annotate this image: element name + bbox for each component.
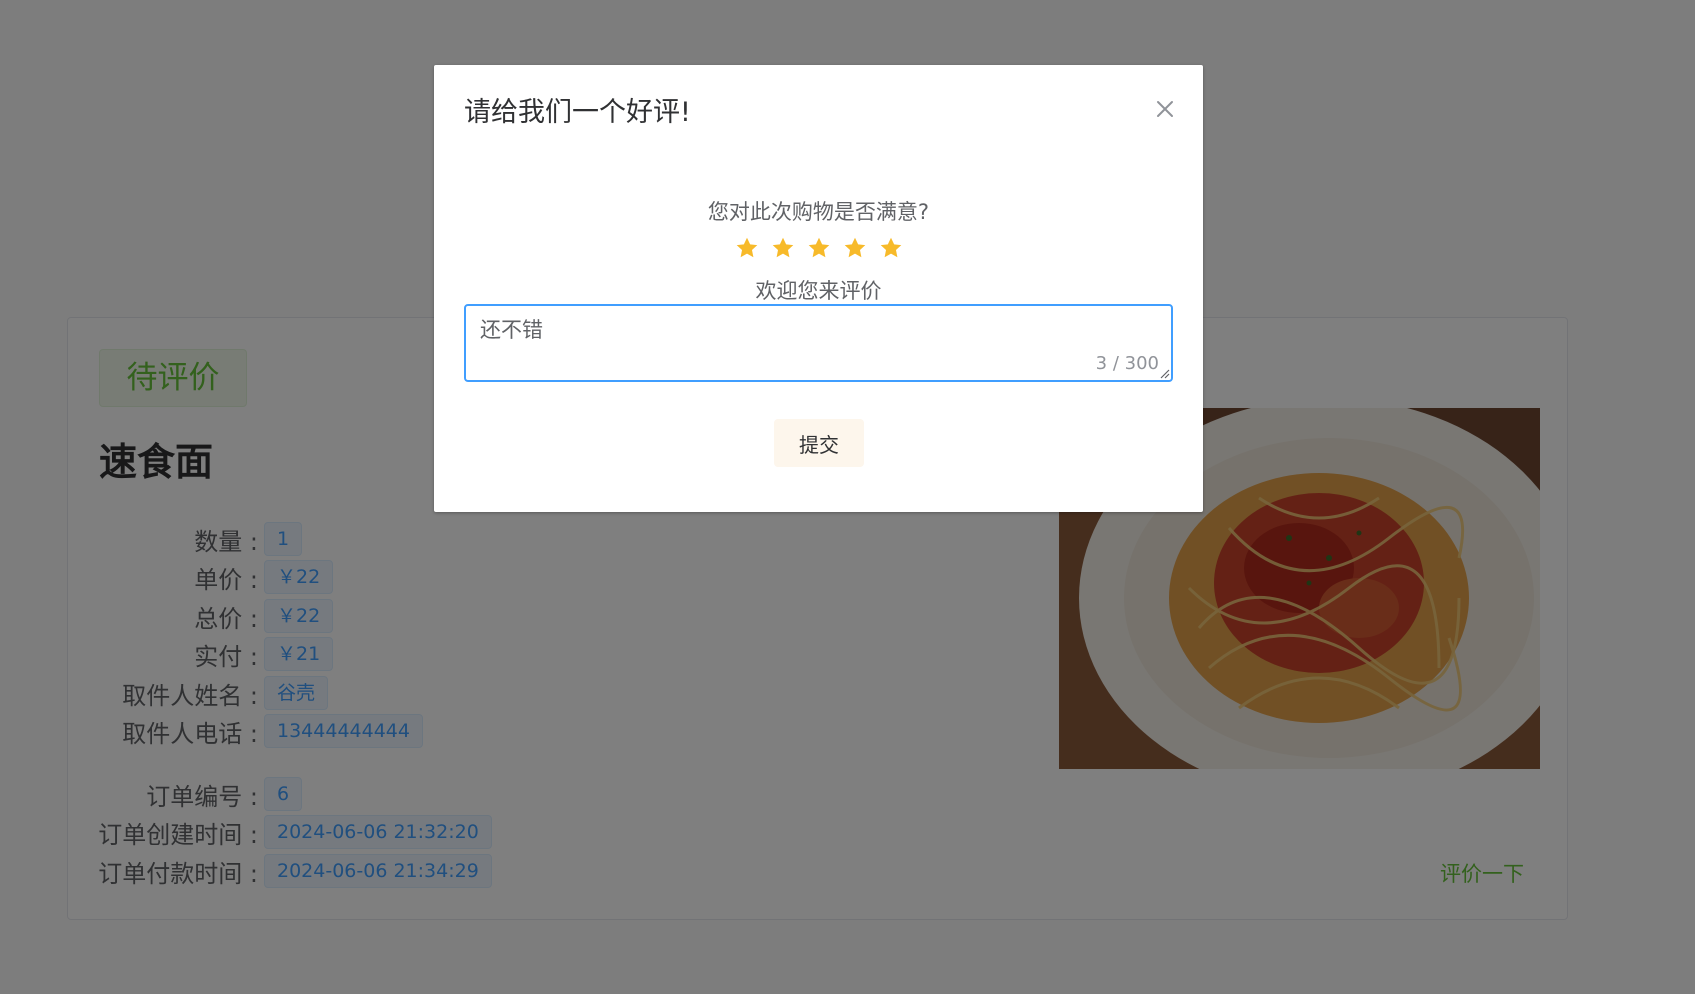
close-icon[interactable] bbox=[1153, 97, 1177, 121]
comment-box: 还不错 3 / 300 bbox=[464, 304, 1173, 382]
submit-button[interactable]: 提交 bbox=[774, 419, 864, 467]
star-rating[interactable] bbox=[434, 235, 1203, 261]
star-icon[interactable] bbox=[806, 235, 832, 261]
resize-handle-icon[interactable] bbox=[1158, 367, 1170, 379]
star-icon[interactable] bbox=[878, 235, 904, 261]
satisfaction-question: 您对此次购物是否满意? bbox=[707, 200, 930, 224]
review-dialog: 请给我们一个好评! 您对此次购物是否满意? 欢迎您来评价 还不错 3 / 300… bbox=[434, 65, 1203, 512]
rating-text: 欢迎您来评价 bbox=[755, 279, 882, 303]
star-icon[interactable] bbox=[842, 235, 868, 261]
char-count: 3 / 300 bbox=[1095, 353, 1159, 374]
comment-textarea[interactable]: 还不错 bbox=[466, 306, 1171, 380]
star-icon[interactable] bbox=[770, 235, 796, 261]
star-icon[interactable] bbox=[734, 235, 760, 261]
dialog-title: 请给我们一个好评! bbox=[464, 97, 691, 128]
